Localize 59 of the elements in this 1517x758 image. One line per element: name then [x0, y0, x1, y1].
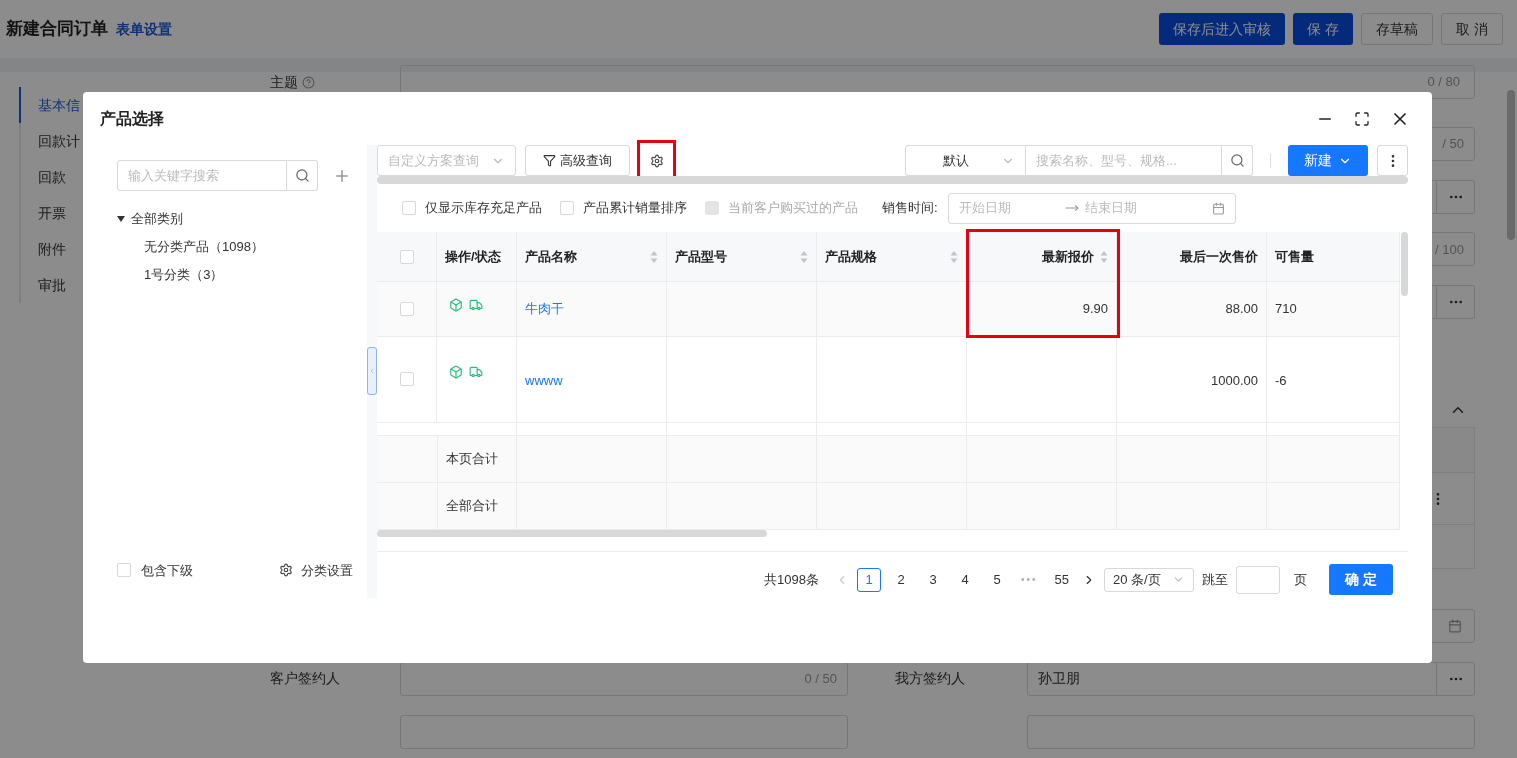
column-header[interactable]: 产品名称 — [525, 246, 577, 267]
header-button[interactable]: 取 消 — [1441, 13, 1503, 45]
start-date-field[interactable]: 开始日期 — [958, 198, 1059, 218]
page-size-select[interactable]: 20 条/页 — [1104, 567, 1194, 592]
column-header[interactable]: 可售量 — [1275, 246, 1314, 267]
confirm-button[interactable]: 确 定 — [1329, 564, 1393, 595]
header-button[interactable]: 保 存 — [1293, 13, 1354, 45]
column-header[interactable]: 产品规格 — [825, 246, 877, 267]
sort-select[interactable]: 默认 — [905, 145, 1026, 176]
checkbox-label: 仅显示库存充足产品 — [425, 199, 542, 218]
column-header[interactable]: 最新报价 — [1042, 246, 1094, 267]
sale-time-label: 销售时间: — [882, 199, 938, 218]
table-cell-text: 9.90 — [1082, 300, 1108, 319]
page-button[interactable]: 2 — [889, 567, 913, 592]
checkbox-label: 产品累计销量排序 — [583, 199, 687, 218]
field-value: 孙卫朋 — [1038, 669, 1080, 689]
page-button[interactable]: 1 — [857, 567, 881, 592]
page-unit-label: 页 — [1294, 570, 1307, 589]
tree-item[interactable]: 全部类别 — [117, 205, 353, 233]
column-header[interactable]: 操作/状态 — [445, 246, 501, 267]
date-range-field[interactable]: 开始日期 结束日期 — [947, 192, 1236, 224]
page-title: 新建合同订单 — [6, 18, 108, 41]
summary-label: 全部合计 — [446, 497, 498, 516]
table-cell-text: 1000.00 — [1211, 372, 1258, 390]
tree-item[interactable]: 1号分类（3） — [117, 261, 353, 289]
product-search-field[interactable]: 搜索名称、型号、规格... — [1026, 145, 1222, 176]
product-link[interactable]: wwww — [525, 371, 563, 391]
char-counter: / 100 — [1435, 240, 1464, 259]
category-settings-link[interactable]: 分类设置 — [301, 560, 353, 580]
form-settings-link[interactable]: 表单设置 — [116, 18, 172, 40]
table-cell-text: 88.00 — [1225, 300, 1258, 319]
table-cell-text: 710 — [1275, 300, 1297, 319]
category-search-field[interactable]: 输入关键字搜索 — [117, 160, 287, 191]
advanced-search-button[interactable]: 高级查询 — [525, 145, 630, 176]
summary-label: 本页合计 — [446, 450, 498, 469]
dialog-title: 产品选择 — [100, 108, 164, 129]
field-label: 客户签约人 — [269, 669, 341, 689]
product-link[interactable]: 牛肉干 — [525, 299, 564, 319]
char-counter: 0 / 50 — [804, 670, 837, 689]
header-button[interactable]: 存草稿 — [1361, 13, 1434, 45]
char-counter: / 50 — [1442, 135, 1464, 154]
field-label: 主题 — [270, 72, 298, 92]
checkbox-label: 包含下级 — [141, 561, 193, 580]
checkbox-label: 当前客户购买过的产品 — [728, 199, 858, 218]
page-button[interactable]: 3 — [921, 567, 945, 592]
jump-label: 跳至 — [1202, 570, 1228, 589]
page-button[interactable]: 4 — [953, 567, 977, 592]
table-cell-text: -6 — [1275, 372, 1287, 390]
new-button[interactable]: 新建 — [1288, 145, 1368, 176]
field-label: 我方签约人 — [894, 669, 966, 689]
page-button[interactable]: 55 — [1049, 567, 1074, 592]
column-header[interactable]: 最后一次售价 — [1180, 246, 1258, 267]
page-button[interactable]: 5 — [985, 567, 1009, 592]
total-count: 共1098条 — [764, 570, 819, 589]
column-header[interactable]: 产品型号 — [675, 246, 727, 267]
end-date-field[interactable]: 结束日期 — [1084, 198, 1185, 218]
char-counter: 0 / 80 — [1427, 73, 1460, 92]
tree-item[interactable]: 无分类产品（1098） — [117, 233, 353, 261]
header-button[interactable]: 保存后进入审核 — [1159, 13, 1286, 45]
